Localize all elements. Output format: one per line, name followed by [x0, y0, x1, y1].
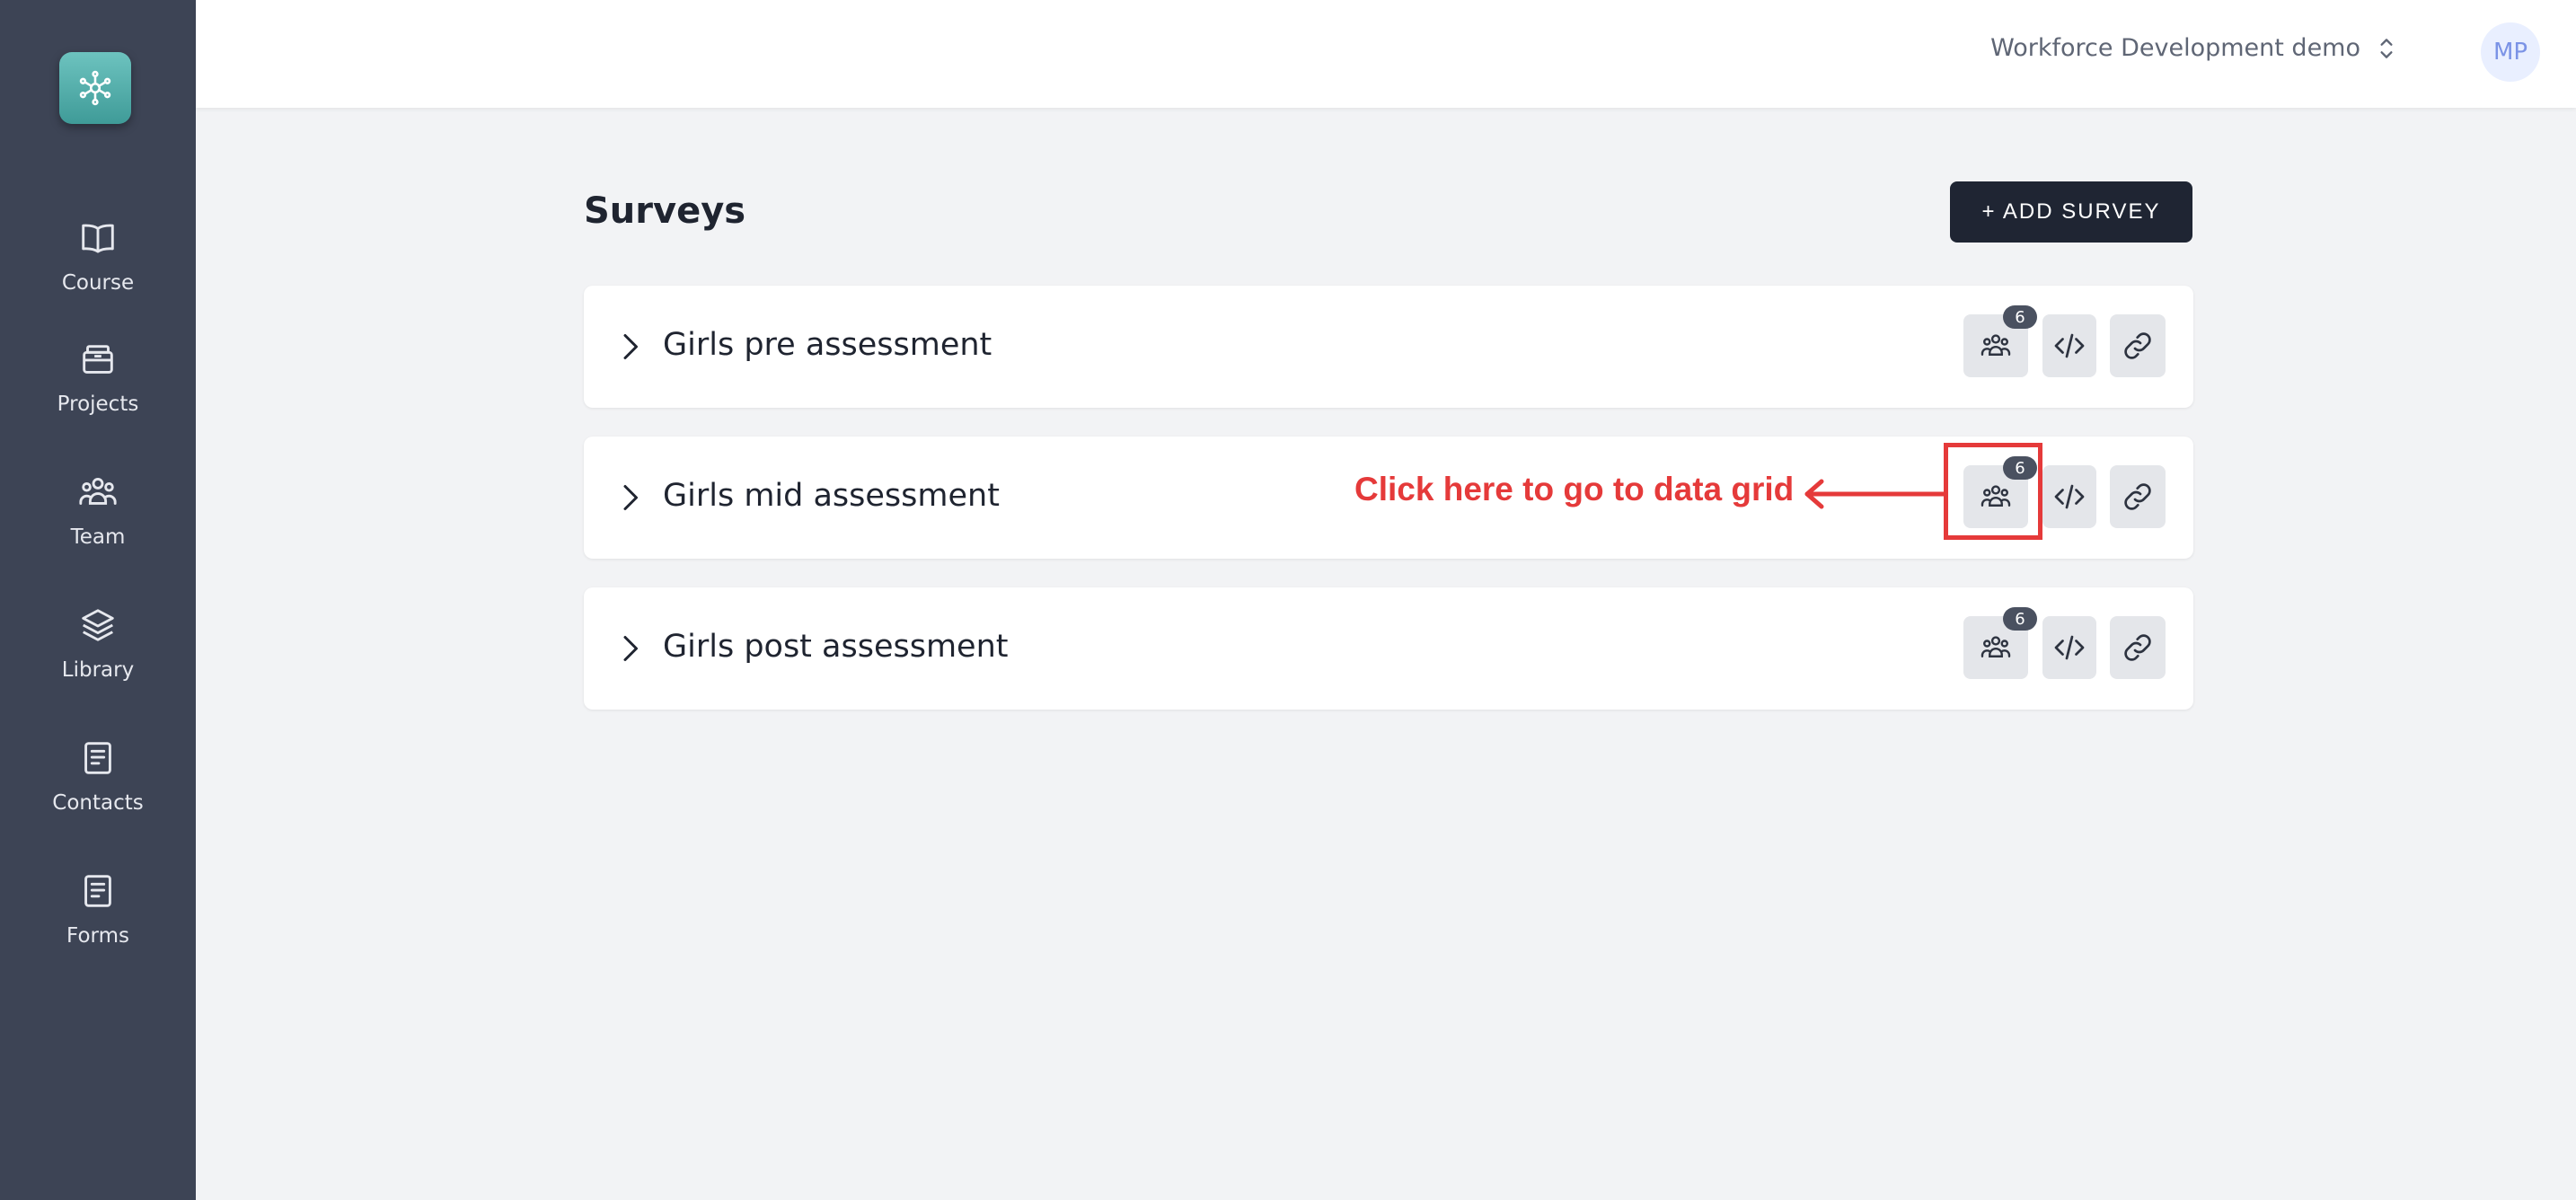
chevron-up-down-icon [2380, 38, 2393, 58]
survey-name[interactable]: Girls post assessment [663, 629, 1009, 665]
page-title: Surveys [584, 190, 746, 232]
sidebar-item-label: Team [70, 525, 126, 549]
sidebar-item-contacts[interactable]: Contacts [0, 737, 196, 815]
chevron-right-icon[interactable] [616, 329, 643, 365]
archive-box-icon [83, 345, 113, 374]
top-header: Workforce Development demo MP [196, 0, 2576, 108]
document-list-icon [84, 875, 111, 907]
survey-card: Girls post assessment 6 [584, 587, 2193, 710]
code-icon [2054, 333, 2085, 358]
sidebar-item-label: Projects [57, 393, 139, 416]
embed-code-button[interactable] [2042, 465, 2096, 528]
responses-data-grid-button[interactable]: 6 [1963, 305, 2037, 377]
sidebar-item-label: Course [61, 271, 135, 295]
network-logo-icon [79, 70, 111, 106]
team-users-icon [1981, 334, 2011, 356]
sidebar-item-label: Library [61, 658, 135, 682]
response-count-badge: 6 [2003, 305, 2037, 329]
avatar[interactable]: MP [2481, 22, 2540, 82]
sidebar-item-label: Contacts [52, 791, 144, 815]
document-list-icon [84, 742, 111, 774]
link-icon [2124, 483, 2151, 510]
code-icon [2054, 635, 2085, 660]
app-logo[interactable] [59, 52, 131, 124]
copy-link-button[interactable] [2110, 465, 2166, 528]
layers-icon [82, 609, 114, 641]
sidebar-item-team[interactable]: Team [0, 472, 196, 549]
workspace-switcher[interactable]: Workforce Development demo [1990, 34, 2398, 62]
survey-card: Girls pre assessment 6 [584, 286, 2193, 408]
embed-code-button[interactable] [2042, 314, 2096, 377]
sidebar-item-forms[interactable]: Forms [0, 870, 196, 948]
copy-link-button[interactable] [2110, 314, 2166, 377]
chevron-right-icon[interactable] [616, 631, 643, 666]
survey-name[interactable]: Girls mid assessment [663, 478, 1000, 514]
sidebar-item-library[interactable]: Library [0, 604, 196, 682]
workspace-name: Workforce Development demo [1990, 34, 2360, 62]
team-users-icon [79, 477, 117, 505]
code-icon [2054, 484, 2085, 509]
chevron-right-icon[interactable] [616, 480, 643, 516]
embed-code-button[interactable] [2042, 616, 2096, 679]
add-survey-button[interactable]: + ADD SURVEY [1950, 181, 2192, 243]
link-icon [2124, 332, 2151, 359]
annotation-arrow-icon [1804, 479, 1945, 509]
survey-name[interactable]: Girls pre assessment [663, 327, 992, 363]
annotation-highlight-box [1944, 443, 2042, 540]
sidebar-item-label: Forms [66, 924, 129, 948]
book-open-icon [82, 224, 114, 253]
annotation-text: Click here to go to data grid [1354, 471, 1795, 507]
team-users-icon [1981, 636, 2011, 657]
sidebar: Course Projects Team Library Contacts Fo… [0, 0, 196, 1200]
copy-link-button[interactable] [2110, 616, 2166, 679]
link-icon [2124, 634, 2151, 661]
sidebar-item-projects[interactable]: Projects [0, 339, 196, 416]
response-count-badge: 6 [2003, 607, 2037, 631]
sidebar-item-course[interactable]: Course [0, 217, 196, 295]
responses-data-grid-button[interactable]: 6 [1963, 607, 2037, 679]
